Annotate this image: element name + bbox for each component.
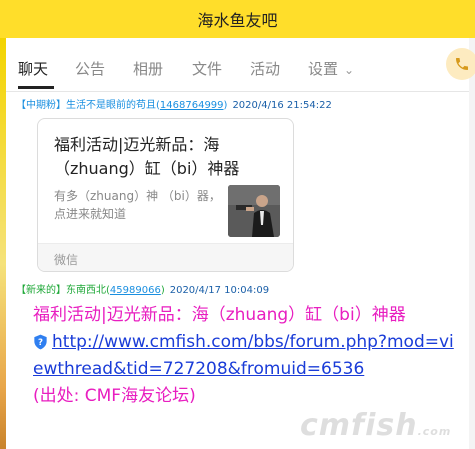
message-link[interactable]: http://www.cmfish.com/bbs/forum.php?mod=… [33, 332, 454, 379]
sender-name: 东南西北 [66, 285, 106, 296]
card-thumbnail-image [228, 185, 280, 237]
shield-icon: ? [34, 334, 47, 350]
tab-settings-label: 设置 [308, 60, 339, 78]
card-source-label: 微信 [54, 253, 79, 267]
card-title: 福利活动|迈光新品：海（zhuang）缸（bi）神器 [54, 135, 240, 178]
window-title-bar: 海水鱼友吧 [0, 0, 475, 38]
member-level-tag: 【中期粉】 [16, 100, 66, 111]
window-title: 海水鱼友吧 [197, 11, 278, 30]
call-button[interactable] [446, 48, 475, 80]
left-background-strip [0, 38, 6, 449]
card-description: 有多（zhuang）神 （bi）器，点进来就知道 [54, 189, 221, 221]
tab-album[interactable]: 相册 [133, 58, 163, 79]
card-footer: 微信 [38, 243, 293, 271]
source-note: (出处: CMF海友论坛) [33, 386, 196, 406]
message-timestamp: 2020/4/17 10:04:09 [169, 285, 270, 296]
message-timestamp: 2020/4/16 21:54:22 [232, 100, 332, 111]
tab-chat[interactable]: 聊天 [18, 58, 48, 79]
uid-close-paren: ) [223, 100, 228, 111]
uid-close-paren: ) [160, 285, 165, 296]
svg-text:?: ? [38, 338, 43, 348]
tab-settings[interactable]: 设置 ⌄ [308, 58, 354, 79]
site-watermark: cmfish.com [300, 408, 451, 443]
shared-link-card[interactable]: 福利活动|迈光新品：海（zhuang）缸（bi）神器 有多（zhuang）神 （… [37, 118, 294, 272]
sender-uid-link[interactable]: 45989066 [110, 285, 161, 296]
sender-uid-link[interactable]: 1468764999 [160, 100, 224, 111]
message-body: 福利活动|迈光新品：海（zhuang）缸（bi）神器 ? http://www.… [33, 302, 463, 410]
chevron-down-icon: ⌄ [344, 63, 355, 77]
active-tab-indicator [18, 86, 54, 89]
right-scroll-area [469, 38, 475, 449]
tab-files[interactable]: 文件 [192, 58, 222, 79]
sender-name: 生活不是眼前的苟且 [66, 100, 156, 111]
message-header: 【新来的】东南西北(45989066) 2020/4/17 10:04:09 [16, 281, 269, 296]
watermark-main: cmfish [300, 408, 418, 443]
message-text: 福利活动|迈光新品：海（zhuang）缸（bi）神器 [33, 305, 406, 325]
watermark-suffix: .com [417, 425, 452, 438]
message-header: 【中期粉】生活不是眼前的苟且(1468764999) 2020/4/16 21:5… [16, 96, 332, 111]
member-level-tag: 【新来的】 [16, 285, 66, 296]
tab-announcements[interactable]: 公告 [75, 58, 105, 79]
tab-bar: 聊天 公告 相册 文件 活动 设置 ⌄ [6, 38, 475, 92]
phone-icon [456, 58, 468, 70]
tab-activities[interactable]: 活动 [250, 58, 280, 79]
